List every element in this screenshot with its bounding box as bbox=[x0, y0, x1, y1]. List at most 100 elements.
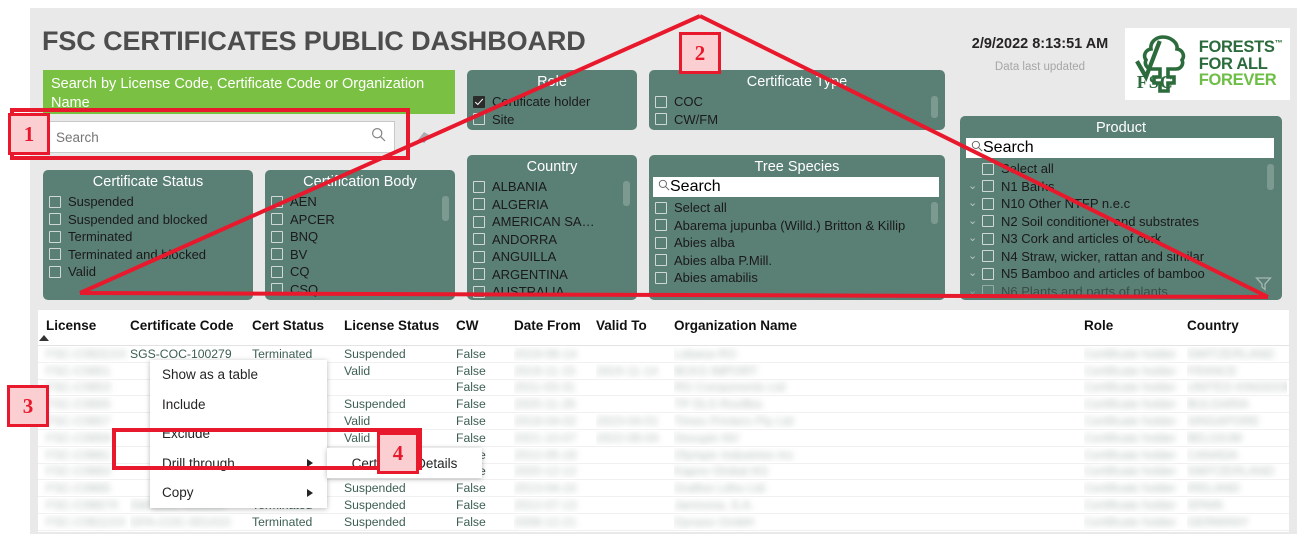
column-header-certificate-code[interactable]: Certificate Code bbox=[130, 318, 252, 333]
search-input[interactable]: Search bbox=[47, 121, 395, 153]
chevron-down-icon[interactable]: ⌄ bbox=[968, 198, 979, 209]
menu-item-drill-through[interactable]: Drill through bbox=[150, 449, 327, 479]
checkbox-abies-alba-pmill[interactable] bbox=[655, 254, 667, 267]
scrollbar-thumb[interactable] bbox=[931, 96, 938, 118]
fsc-tagline-line1: FORESTS bbox=[1198, 37, 1275, 56]
checkbox-csq[interactable] bbox=[271, 283, 283, 296]
column-header-cw[interactable]: CW bbox=[456, 318, 514, 333]
checkbox-n1-barks[interactable] bbox=[982, 180, 994, 193]
checkbox-anguilla[interactable] bbox=[473, 250, 485, 263]
eraser-icon[interactable] bbox=[415, 129, 433, 145]
checkbox-apcer[interactable] bbox=[271, 213, 283, 226]
filter-certificate-type[interactable]: Certificate Type COC CW/FM bbox=[649, 70, 945, 130]
checkbox-albania[interactable] bbox=[473, 180, 485, 193]
checkbox-n4-straw-wicker[interactable] bbox=[982, 250, 994, 263]
column-header-role[interactable]: Role bbox=[1084, 318, 1187, 333]
checkbox-aen[interactable] bbox=[271, 195, 283, 208]
scrollbar-thumb[interactable] bbox=[931, 202, 938, 224]
checkbox-terminated-blocked[interactable] bbox=[49, 248, 61, 261]
menu-item-include[interactable]: Include bbox=[150, 390, 327, 420]
menu-item-label: Copy bbox=[162, 485, 194, 501]
checkbox-abarema-jupunba[interactable] bbox=[655, 219, 667, 232]
checkbox-suspended-blocked[interactable] bbox=[49, 213, 61, 226]
table-cell-organization-name: TP DLS Rovilles bbox=[674, 397, 763, 412]
annotation-marker-2: 2 bbox=[679, 32, 721, 74]
column-header-cert-status[interactable]: Cert Status bbox=[252, 318, 344, 333]
checkbox-bv[interactable] bbox=[271, 248, 283, 261]
table-cell-license: FSC-C0611XX bbox=[46, 514, 126, 529]
table-cell-organization-name: Jamnona, S.A. bbox=[674, 498, 754, 513]
filter-tree-species[interactable]: Tree Species Search Select all Abarema j… bbox=[649, 155, 945, 300]
table-cell-country: BELGIUM bbox=[1187, 430, 1242, 445]
table-cell-role: Certificate holder bbox=[1084, 464, 1177, 479]
table-cell-country: CANADA bbox=[1187, 447, 1238, 462]
filter-title: Certificate Status bbox=[92, 174, 204, 190]
option-label: ALBANIA bbox=[492, 179, 547, 195]
chevron-down-icon[interactable]: ⌄ bbox=[968, 250, 979, 262]
checkbox-terminated[interactable] bbox=[49, 230, 61, 243]
chevron-down-icon[interactable]: ⌄ bbox=[968, 233, 979, 244]
option-label: N2 Soil conditioner and substrates bbox=[1001, 213, 1200, 229]
scrollbar-thumb[interactable] bbox=[442, 196, 449, 221]
option-label: Suspended and blocked bbox=[68, 211, 208, 227]
column-header-date-from[interactable]: Date From bbox=[514, 318, 596, 333]
chevron-down-icon[interactable]: ⌄ bbox=[968, 180, 979, 192]
chevron-down-icon[interactable]: ⌄ bbox=[968, 268, 979, 279]
checkbox-bnq[interactable] bbox=[271, 230, 283, 243]
scrollbar-thumb[interactable] bbox=[623, 181, 630, 206]
table-row[interactable]: FSC-C0611XX GFA-COC-001410 Terminated Suspe… bbox=[38, 514, 1289, 531]
table-cell-role: Certificate holder bbox=[1084, 481, 1177, 496]
filter-icon[interactable] bbox=[1255, 276, 1272, 296]
chevron-down-icon[interactable]: ⌄ bbox=[968, 215, 979, 227]
context-menu[interactable]: Show as a table Include Exclude Drill th… bbox=[150, 360, 327, 508]
product-search-input[interactable]: Search bbox=[966, 138, 1274, 158]
chevron-right-icon bbox=[307, 459, 313, 468]
checkbox-cq[interactable] bbox=[271, 265, 283, 278]
column-header-license[interactable]: License bbox=[38, 318, 130, 341]
option-row: CSQ bbox=[271, 281, 455, 299]
checkbox-select-all[interactable] bbox=[982, 162, 994, 175]
option-label: Certificate holder bbox=[492, 94, 591, 110]
checkbox-algeria[interactable] bbox=[473, 198, 485, 211]
checkbox-valid[interactable] bbox=[49, 265, 61, 278]
checkbox-certificate-holder[interactable] bbox=[473, 95, 485, 108]
chevron-down-icon[interactable]: ⌄ bbox=[968, 285, 979, 297]
checkbox-n2-soil-conditioner[interactable] bbox=[982, 215, 994, 228]
column-header-valid-to[interactable]: Valid To bbox=[596, 318, 674, 333]
tree-species-search-input[interactable]: Search bbox=[653, 177, 939, 197]
checkbox-select-all[interactable] bbox=[655, 201, 667, 214]
menu-item-copy[interactable]: Copy bbox=[150, 478, 327, 508]
option-row: CW/FM bbox=[655, 111, 945, 129]
table-cell-valid-to: 2022-08-04 bbox=[596, 430, 659, 445]
option-label: Select all bbox=[674, 200, 727, 216]
filter-country[interactable]: Country ALBANIA ALGERIA AMERICAN SA… AND… bbox=[467, 155, 637, 300]
checkbox-n6-plants[interactable] bbox=[982, 285, 994, 298]
filter-role[interactable]: Role Certificate holder Site bbox=[467, 70, 637, 130]
checkbox-n5-bamboo[interactable] bbox=[982, 267, 994, 280]
checkbox-coc[interactable] bbox=[655, 95, 667, 108]
checkbox-suspended[interactable] bbox=[49, 195, 61, 208]
checkbox-argentina[interactable] bbox=[473, 268, 485, 281]
column-header-country[interactable]: Country bbox=[1187, 318, 1287, 333]
filter-product[interactable]: Product Search Select all ⌄ N1 Barks ⌄ N10… bbox=[960, 116, 1282, 300]
checkbox-american-samoa[interactable] bbox=[473, 215, 485, 228]
option-label: ARGENTINA bbox=[492, 266, 568, 282]
column-header-license-status[interactable]: License Status bbox=[344, 318, 456, 333]
checkbox-n3-cork[interactable] bbox=[982, 232, 994, 245]
checkbox-abies-amabilis[interactable] bbox=[655, 271, 667, 284]
column-header-organization-name[interactable]: Organization Name bbox=[674, 318, 1084, 333]
filter-certification-body[interactable]: Certification Body AEN APCER BNQ BV CQ C… bbox=[265, 170, 455, 300]
checkbox-andorra[interactable] bbox=[473, 233, 485, 246]
menu-item-exclude[interactable]: Exclude bbox=[150, 419, 327, 449]
checkbox-site[interactable] bbox=[473, 113, 485, 126]
filter-title: Country bbox=[526, 159, 578, 175]
checkbox-cwfm[interactable] bbox=[655, 113, 667, 126]
table-cell-date-from: 2013-04-10 bbox=[514, 481, 577, 496]
filter-certificate-status[interactable]: Certificate Status Suspended Suspended a… bbox=[43, 170, 253, 300]
menu-item-show-as-a-table[interactable]: Show as a table bbox=[150, 360, 327, 390]
scrollbar-thumb[interactable] bbox=[1267, 164, 1274, 190]
checkbox-australia[interactable] bbox=[473, 285, 485, 298]
checkbox-abies-alba[interactable] bbox=[655, 236, 667, 249]
search-icon[interactable] bbox=[371, 127, 386, 147]
checkbox-n10-other-ntfp[interactable] bbox=[982, 197, 994, 210]
